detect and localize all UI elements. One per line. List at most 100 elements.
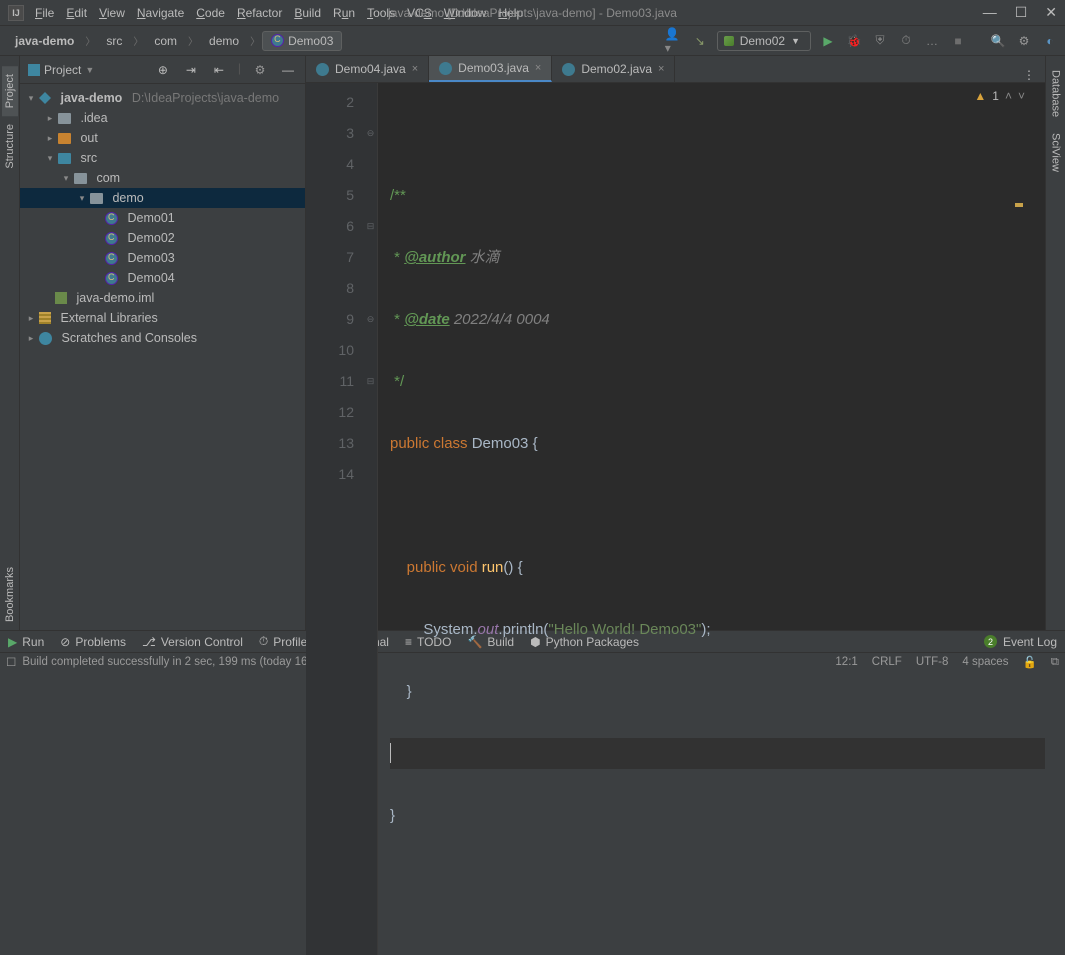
locate-icon[interactable]: ⊕ bbox=[154, 61, 172, 79]
class-icon bbox=[316, 63, 329, 76]
toolbar-right: 👤▾ ↘ Demo02▼ ▶ 🐞 ⛨ ⏱ … ■ 🔍 ⚙ ◐ bbox=[665, 31, 1059, 51]
build-icon[interactable]: ↘ bbox=[691, 32, 709, 50]
tree-root[interactable]: ▾ java-demo D:\IdeaProjects\java-demo bbox=[20, 88, 305, 108]
src-folder-icon bbox=[58, 153, 71, 164]
profiler-icon: ⏱ bbox=[259, 634, 268, 649]
minimize-button[interactable]: — bbox=[983, 4, 997, 21]
profile-icon[interactable]: ⏱ bbox=[897, 32, 915, 50]
notifications-icon[interactable]: ◐ bbox=[1041, 32, 1059, 50]
tab-structure[interactable]: Structure bbox=[2, 116, 18, 177]
project-tool-window: Project ▼ ⊕ ⇥ ⇤ | ⚙ — ▾ java-demo D:\Ide… bbox=[20, 56, 306, 630]
menu-view[interactable]: View bbox=[94, 4, 130, 22]
tool-problems[interactable]: ⊘Problems bbox=[60, 635, 126, 649]
user-icon[interactable]: 👤▾ bbox=[665, 32, 683, 50]
menu-run[interactable]: Run bbox=[328, 4, 360, 22]
tab-database[interactable]: Database bbox=[1048, 62, 1064, 125]
attach-icon[interactable]: … bbox=[923, 32, 941, 50]
tab-project[interactable]: Project bbox=[2, 66, 18, 116]
error-stripe[interactable] bbox=[1013, 83, 1023, 955]
editor-tab-bar: Demo04.java× Demo03.java× Demo02.java× ⋮ bbox=[306, 56, 1045, 83]
line-number-gutter[interactable]: 234567891011121314 bbox=[306, 83, 364, 955]
hide-icon[interactable]: — bbox=[279, 61, 297, 79]
run-configuration[interactable]: Demo02▼ bbox=[717, 31, 811, 51]
class-icon bbox=[105, 232, 118, 245]
module-icon bbox=[39, 92, 51, 104]
window-controls: — ☐ ✕ bbox=[983, 4, 1057, 21]
crumb-src[interactable]: src bbox=[97, 31, 131, 51]
memory-icon[interactable]: ⧉ bbox=[1051, 656, 1059, 669]
project-icon bbox=[28, 64, 40, 76]
class-icon bbox=[439, 62, 452, 75]
tab-demo02[interactable]: Demo02.java× bbox=[552, 56, 675, 82]
project-header: Project ▼ ⊕ ⇥ ⇤ | ⚙ — bbox=[20, 56, 305, 84]
close-icon[interactable]: × bbox=[658, 63, 664, 75]
editor-area: Demo04.java× Demo03.java× Demo02.java× ⋮… bbox=[306, 56, 1045, 630]
expand-icon[interactable]: ⇥ bbox=[182, 61, 200, 79]
title-bar: IJ File Edit View Navigate Code Refactor… bbox=[0, 0, 1065, 26]
tree-file-demo04[interactable]: Demo04 bbox=[20, 268, 305, 288]
right-tool-strip: Database SciView bbox=[1045, 56, 1065, 630]
close-button[interactable]: ✕ bbox=[1045, 4, 1057, 21]
project-tree[interactable]: ▾ java-demo D:\IdeaProjects\java-demo ▸ … bbox=[20, 84, 305, 630]
iml-icon bbox=[55, 292, 67, 304]
tree-file-demo01[interactable]: Demo01 bbox=[20, 208, 305, 228]
coverage-icon[interactable]: ⛨ bbox=[871, 32, 889, 50]
crumb-project[interactable]: java-demo bbox=[6, 31, 83, 51]
menu-build[interactable]: Build bbox=[289, 4, 326, 22]
tab-demo04[interactable]: Demo04.java× bbox=[306, 56, 429, 82]
project-toolbar: ⊕ ⇥ ⇤ | ⚙ — bbox=[154, 61, 297, 79]
tool-vcs[interactable]: ⎇Version Control bbox=[142, 635, 243, 649]
class-icon bbox=[105, 212, 118, 225]
tab-demo03[interactable]: Demo03.java× bbox=[429, 56, 552, 82]
text-caret bbox=[390, 743, 391, 763]
scratch-icon bbox=[39, 332, 52, 345]
tree-iml[interactable]: java-demo.iml bbox=[20, 288, 305, 308]
code-editor[interactable]: /** * @author 水滴 * @date 2022/4/4 0004 *… bbox=[378, 83, 1045, 955]
editor-body: 234567891011121314 ⊖⊟⊖⊟ /** * @author 水滴… bbox=[306, 83, 1045, 955]
tab-more-icon[interactable]: ⋮ bbox=[1013, 68, 1045, 82]
tab-sciview[interactable]: SciView bbox=[1048, 125, 1064, 180]
tab-bookmarks[interactable]: Bookmarks bbox=[2, 559, 18, 630]
status-icon[interactable]: ☐ bbox=[6, 655, 16, 669]
fold-gutter[interactable]: ⊖⊟⊖⊟ bbox=[364, 83, 378, 955]
tool-profiler[interactable]: ⏱Profiler bbox=[259, 634, 311, 649]
crumb-demo[interactable]: demo bbox=[200, 31, 248, 51]
stop-icon[interactable]: ■ bbox=[949, 32, 967, 50]
close-icon[interactable]: × bbox=[535, 62, 541, 74]
tool-run[interactable]: ▶Run bbox=[8, 635, 44, 649]
main-area: Project Structure Bookmarks Project ▼ ⊕ … bbox=[0, 56, 1065, 630]
menu-refactor[interactable]: Refactor bbox=[232, 4, 287, 22]
tree-file-demo02[interactable]: Demo02 bbox=[20, 228, 305, 248]
close-icon[interactable]: × bbox=[412, 63, 418, 75]
collapse-icon[interactable]: ⇤ bbox=[210, 61, 228, 79]
library-icon bbox=[39, 312, 51, 324]
tree-demo[interactable]: ▾ demo bbox=[20, 188, 305, 208]
crumb-file[interactable]: Demo03 bbox=[262, 31, 342, 51]
maximize-button[interactable]: ☐ bbox=[1015, 4, 1028, 21]
class-icon bbox=[105, 272, 118, 285]
search-icon[interactable]: 🔍 bbox=[989, 32, 1007, 50]
tree-scratches[interactable]: ▸ Scratches and Consoles bbox=[20, 328, 305, 348]
branch-icon: ⎇ bbox=[142, 635, 156, 649]
menu-edit[interactable]: Edit bbox=[61, 4, 92, 22]
project-title[interactable]: Project ▼ bbox=[28, 63, 94, 77]
class-icon bbox=[105, 252, 118, 265]
tree-out[interactable]: ▸ out bbox=[20, 128, 305, 148]
tree-idea[interactable]: ▸ .idea bbox=[20, 108, 305, 128]
menu-code[interactable]: Code bbox=[191, 4, 230, 22]
settings-icon[interactable]: ⚙ bbox=[1015, 32, 1033, 50]
project-settings-icon[interactable]: ⚙ bbox=[251, 61, 269, 79]
tree-file-demo03[interactable]: Demo03 bbox=[20, 248, 305, 268]
menu-navigate[interactable]: Navigate bbox=[132, 4, 189, 22]
menu-file[interactable]: File bbox=[30, 4, 59, 22]
warning-icon: ▲ bbox=[974, 89, 986, 103]
tree-src[interactable]: ▾ src bbox=[20, 148, 305, 168]
tree-com[interactable]: ▾ com bbox=[20, 168, 305, 188]
debug-icon[interactable]: 🐞 bbox=[845, 32, 863, 50]
run-icon[interactable]: ▶ bbox=[819, 32, 837, 50]
class-icon bbox=[271, 34, 284, 47]
crumb-com[interactable]: com bbox=[145, 31, 186, 51]
problems-icon: ⊘ bbox=[60, 635, 70, 649]
chevron-up-icon[interactable]: ˄ bbox=[1005, 89, 1012, 103]
tree-external-libs[interactable]: ▸ External Libraries bbox=[20, 308, 305, 328]
